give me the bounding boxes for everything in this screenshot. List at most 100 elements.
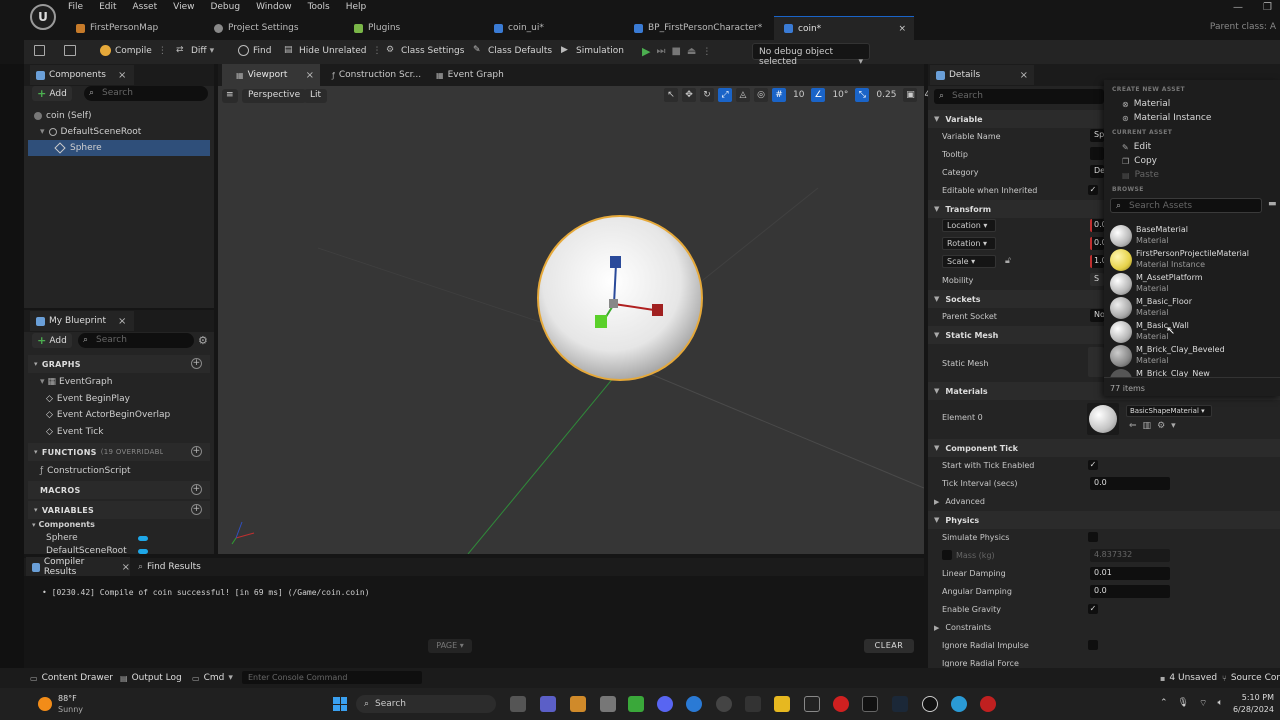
close-icon[interactable]: ×	[122, 562, 130, 573]
blueprint-search-input[interactable]: ⌕ Search	[78, 333, 194, 348]
advanced-section[interactable]: ▶ Advanced	[934, 497, 985, 506]
debug-object-select[interactable]: No debug object selected ▾	[752, 43, 870, 67]
epic-games-icon[interactable]	[804, 696, 820, 712]
more-icon[interactable]: ⋮	[158, 46, 167, 56]
components-variable-category[interactable]: ▾ Components	[32, 520, 95, 529]
teams-icon[interactable]	[540, 696, 556, 712]
component-tick-section[interactable]: ▼ Component Tick	[928, 439, 1280, 457]
add-member-button[interactable]: + Add	[32, 333, 72, 348]
camera-speed-icon[interactable]: ▣	[903, 88, 918, 102]
add-macro-icon[interactable]: +	[191, 484, 202, 495]
gear-icon[interactable]: ⚙	[198, 334, 208, 347]
use-selected-icon[interactable]: ⇐	[1129, 421, 1137, 431]
graphs-section[interactable]: ▾ GRAPHS +	[28, 355, 210, 373]
tab-project-settings[interactable]: Project Settings	[204, 16, 340, 40]
app-icon[interactable]	[570, 696, 586, 712]
app-icon[interactable]	[686, 696, 702, 712]
location-x-input[interactable]: 0.0	[1090, 219, 1107, 232]
tab-coin[interactable]: coin* ×	[774, 16, 914, 40]
file-explorer-icon[interactable]	[774, 696, 790, 712]
create-material-instance-item[interactable]: ⊛ Material Instance	[1122, 113, 1211, 123]
class-defaults-button[interactable]: ✎ Class Defaults	[473, 45, 552, 56]
tab-find-results[interactable]: ⌕ Find Results	[138, 557, 218, 577]
tab-construction-script[interactable]: ƒ Construction Scr...	[330, 64, 430, 86]
scale-icon[interactable]: ⤢	[718, 88, 732, 102]
scale-snap-icon[interactable]: ⤡	[855, 88, 870, 102]
angle-snap-icon[interactable]: ∠	[811, 88, 826, 102]
components-search-input[interactable]: ⌕ Search	[84, 86, 208, 101]
mobility-toggle[interactable]: S	[1090, 273, 1104, 286]
class-settings-button[interactable]: ⚙ Class Settings	[386, 45, 464, 56]
close-icon[interactable]: ×	[1020, 70, 1028, 81]
components-tab[interactable]: Components ×	[30, 65, 134, 85]
cmd-button[interactable]: ▭ Cmd ▾	[192, 673, 233, 683]
microphone-icon[interactable]: 🎙︎	[1178, 698, 1189, 709]
more-icon[interactable]: ⋮	[702, 47, 711, 57]
find-button[interactable]: Find	[238, 45, 271, 56]
app-icon[interactable]	[600, 696, 616, 712]
tree-item-coin-self[interactable]: coin (Self)	[34, 108, 91, 124]
perspective-button[interactable]: Perspective	[242, 89, 307, 103]
asset-item[interactable]: M_Brick_Clay_New	[1108, 368, 1278, 377]
task-view-icon[interactable]	[510, 696, 526, 712]
world-icon[interactable]: ◎	[754, 88, 768, 102]
volume-icon[interactable]: 🔈︎	[1217, 698, 1222, 709]
enable-gravity-checkbox[interactable]: ✓	[1088, 604, 1098, 614]
viewport-menu-icon[interactable]: ≡	[222, 89, 238, 103]
diff-button[interactable]: ⇄ Diff ▾	[176, 45, 214, 56]
minimize-button[interactable]: —	[1233, 2, 1243, 13]
clear-button[interactable]: CLEAR	[864, 639, 914, 653]
tree-item-sphere[interactable]: Sphere	[28, 140, 210, 156]
app-icon[interactable]	[745, 696, 761, 712]
add-graph-icon[interactable]: +	[191, 358, 202, 369]
start-tick-checkbox[interactable]: ✓	[1088, 460, 1098, 470]
more-icon[interactable]: ⋮	[373, 46, 382, 56]
maximize-button[interactable]: ❐	[1263, 2, 1272, 13]
gizmo-z-handle[interactable]	[610, 256, 621, 268]
clock-time[interactable]: 5:10 PM	[1234, 693, 1274, 702]
menu-view[interactable]: View	[173, 2, 194, 12]
macros-section[interactable]: MACROS +	[28, 481, 210, 499]
close-icon[interactable]: ×	[118, 316, 126, 327]
translate-icon[interactable]: ✥	[682, 88, 696, 102]
my-blueprint-tab[interactable]: My Blueprint ×	[30, 311, 134, 331]
taskbar-search[interactable]: ⌕ Search	[356, 695, 496, 713]
asset-search-input[interactable]: ⌕ Search Assets	[1110, 198, 1262, 213]
gizmo-y-handle[interactable]	[595, 315, 607, 328]
tab-coin-ui[interactable]: coin_ui*	[484, 16, 620, 40]
app-icon[interactable]	[833, 696, 849, 712]
category-select[interactable]: De	[1090, 165, 1105, 178]
angular-damping-input[interactable]: 0.0	[1090, 585, 1170, 598]
variable-sphere[interactable]: Sphere	[46, 533, 206, 543]
mass-override-checkbox[interactable]	[942, 550, 952, 560]
browse-icon[interactable]	[64, 45, 80, 56]
step-icon[interactable]: ⏭	[656, 46, 665, 57]
discord-icon[interactable]	[657, 696, 673, 712]
close-icon[interactable]: ×	[898, 24, 906, 34]
settings-icon[interactable]: ▬	[1268, 199, 1278, 209]
tick-interval-input[interactable]: 0.0	[1090, 477, 1170, 490]
lit-button[interactable]: Lit	[304, 89, 328, 103]
clock-date[interactable]: 6/28/2024	[1224, 705, 1274, 714]
unreal-logo-icon[interactable]: U	[30, 4, 56, 30]
menu-tools[interactable]: Tools	[308, 2, 330, 12]
add-component-button[interactable]: + Add	[32, 86, 72, 101]
physics-section[interactable]: ▼ Physics	[928, 511, 1280, 529]
compile-button[interactable]: Compile ⋮	[100, 45, 167, 56]
weather-sun-icon[interactable]	[38, 697, 52, 711]
content-drawer-button[interactable]: ▭ Content Drawer	[30, 673, 113, 683]
asset-item[interactable]: M_Basic_Floor Material	[1108, 296, 1278, 320]
asset-item[interactable]: FirstPersonProjectileMaterial Material In…	[1108, 248, 1278, 272]
steam-icon[interactable]	[892, 696, 908, 712]
close-icon[interactable]: ×	[306, 70, 314, 81]
hide-unrelated-button[interactable]: ▤ Hide Unrelated ⋮	[284, 45, 382, 56]
menu-debug[interactable]: Debug	[210, 2, 240, 12]
output-log-button[interactable]: ▤ Output Log	[120, 673, 182, 683]
tab-compiler-results[interactable]: Compiler Results ×	[26, 557, 130, 577]
variable-defaultsceneroot[interactable]: DefaultSceneRoot	[46, 546, 206, 556]
grid-snap-icon[interactable]: #	[772, 88, 786, 102]
variable-name-input[interactable]: Sph	[1090, 129, 1109, 142]
simulate-physics-checkbox[interactable]	[1088, 532, 1098, 542]
simulation-button[interactable]: ▶ Simulation	[561, 45, 624, 56]
chevron-up-icon[interactable]: ⌃	[1160, 698, 1168, 709]
